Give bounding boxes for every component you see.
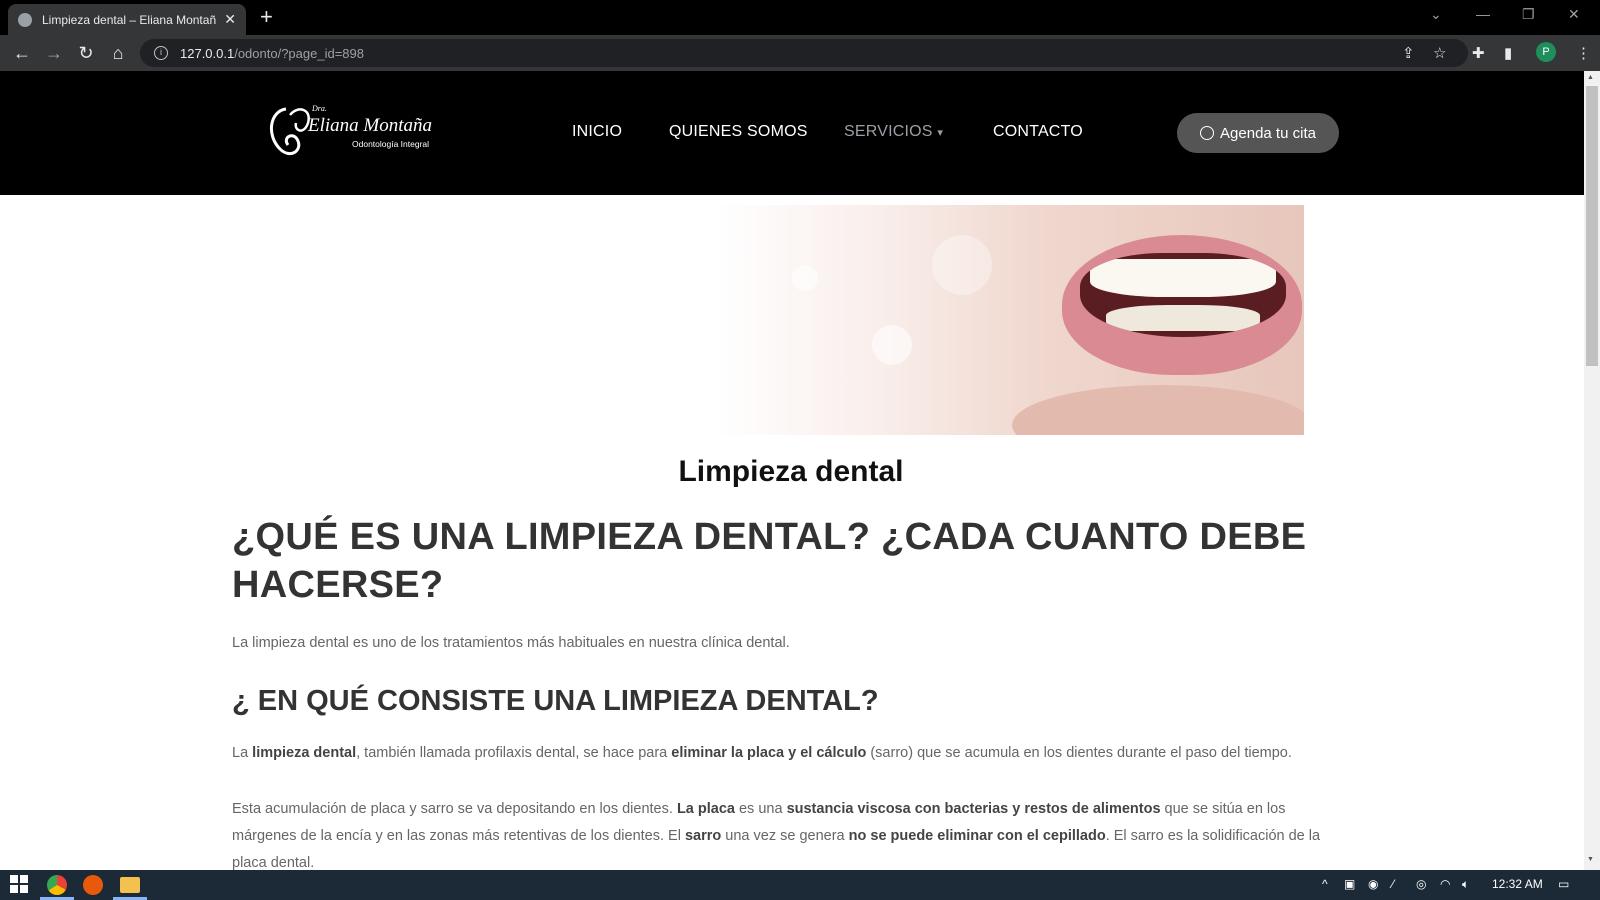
url-path: /odonto/?page_id=898 <box>234 45 364 61</box>
windows-start-icon[interactable] <box>10 875 28 893</box>
scroll-down-arrow-icon[interactable]: ▼ <box>1587 856 1594 863</box>
browser-tab-strip: Limpieza dental – Eliana Montañ ✕ + ⌄ — … <box>0 0 1600 35</box>
close-tab-icon[interactable]: ✕ <box>224 11 236 28</box>
nav-servicios[interactable]: SERVICIOS ▾ <box>844 123 943 141</box>
share-icon[interactable]: ⇪ <box>1402 44 1415 62</box>
windows-taskbar: ^ ▣ ◉ ⁄ ◎ ◠ 🔈︎ 12:32 AM ▭ <box>0 870 1600 900</box>
show-hidden-icons-chevron-icon[interactable]: ^ <box>1322 877 1328 891</box>
nav-contacto[interactable]: CONTACTO <box>993 123 1083 141</box>
paragraph-placa-sarro: Esta acumulación de placa y sarro se va … <box>232 801 1321 871</box>
bookmark-star-icon[interactable]: ☆ <box>1433 44 1446 62</box>
tray-network-app-icon[interactable]: ◉ <box>1368 877 1378 891</box>
page-title: Limpieza dental <box>678 455 904 488</box>
new-tab-button[interactable]: + <box>260 4 273 30</box>
address-bar[interactable]: i 127.0.0.1/odonto/?page_id=898 <box>140 39 1468 67</box>
chrome-taskbar-icon[interactable] <box>47 875 67 895</box>
nav-servicios-label: SERVICIOS <box>844 123 933 140</box>
reload-icon[interactable]: ↻ <box>74 41 98 65</box>
menu-kebab-icon[interactable]: ⋮ <box>1576 44 1591 62</box>
agenda-cita-button[interactable]: Agenda tu cita <box>1177 113 1339 153</box>
hero-image-smile <box>232 205 1304 435</box>
chevron-down-icon: ▾ <box>937 127 944 139</box>
logo-prefix: Dra. <box>311 104 327 113</box>
volume-icon[interactable]: 🔈︎ <box>1462 877 1469 892</box>
close-window-icon[interactable]: ✕ <box>1568 6 1580 23</box>
scrollbar-thumb[interactable] <box>1586 86 1598 366</box>
site-header: Dra. Eliana Montaña Odontología Integral… <box>0 71 1584 195</box>
logo-name: Eliana Montaña <box>307 115 432 136</box>
logo-tagline: Odontología Integral <box>352 139 429 149</box>
restore-icon[interactable]: ❐ <box>1522 6 1535 23</box>
tab-title: Limpieza dental – Eliana Montañ <box>42 12 217 27</box>
paragraph-definition: La limpieza dental, también llamada prof… <box>232 745 1292 761</box>
wifi-icon[interactable]: ◠ <box>1440 877 1450 891</box>
site-logo[interactable]: Dra. Eliana Montaña Odontología Integral <box>268 101 440 165</box>
url-host: 127.0.0.1 <box>180 45 235 61</box>
forward-arrow-icon[interactable]: → <box>42 41 66 65</box>
notifications-icon[interactable]: ▭ <box>1558 877 1569 891</box>
app-taskbar-icon[interactable] <box>83 875 103 895</box>
side-panel-icon[interactable]: ▮ <box>1504 44 1512 62</box>
tray-search-app-icon[interactable]: ◎ <box>1416 877 1426 891</box>
minimize-icon[interactable]: — <box>1476 6 1490 22</box>
nav-quienes-somos[interactable]: QUIENES SOMOS <box>669 123 808 141</box>
browser-tab[interactable]: Limpieza dental – Eliana Montañ ✕ <box>8 4 246 35</box>
profile-avatar[interactable]: P <box>1536 42 1556 62</box>
globe-icon <box>18 12 32 27</box>
clock-time[interactable]: 12:32 AM <box>1492 877 1543 891</box>
file-explorer-icon[interactable] <box>120 877 140 893</box>
nav-inicio[interactable]: INICIO <box>572 123 622 141</box>
whatsapp-icon <box>1200 126 1215 140</box>
tab-search-icon[interactable]: ⌄ <box>1430 6 1442 23</box>
tray-pen-icon[interactable]: ⁄ <box>1392 877 1394 891</box>
site-info-icon[interactable]: i <box>154 46 168 60</box>
cta-label: Agenda tu cita <box>1220 124 1316 142</box>
scroll-up-arrow-icon[interactable]: ▲ <box>1587 74 1594 81</box>
browser-toolbar: ← → ↻ ⌂ i 127.0.0.1/odonto/?page_id=898 … <box>0 35 1600 71</box>
home-icon[interactable]: ⌂ <box>106 41 130 65</box>
tray-app-icon[interactable]: ▣ <box>1344 877 1355 891</box>
section-heading-que-es: ¿QUÉ ES UNA LIMPIEZA DENTAL? ¿CADA CUANT… <box>232 516 1307 606</box>
back-arrow-icon[interactable]: ← <box>10 41 34 65</box>
intro-paragraph: La limpieza dental es uno de los tratami… <box>232 635 790 651</box>
extensions-puzzle-icon[interactable]: ✚ <box>1472 44 1485 62</box>
section-heading-consiste: ¿ EN QUÉ CONSISTE UNA LIMPIEZA DENTAL? <box>232 685 879 717</box>
